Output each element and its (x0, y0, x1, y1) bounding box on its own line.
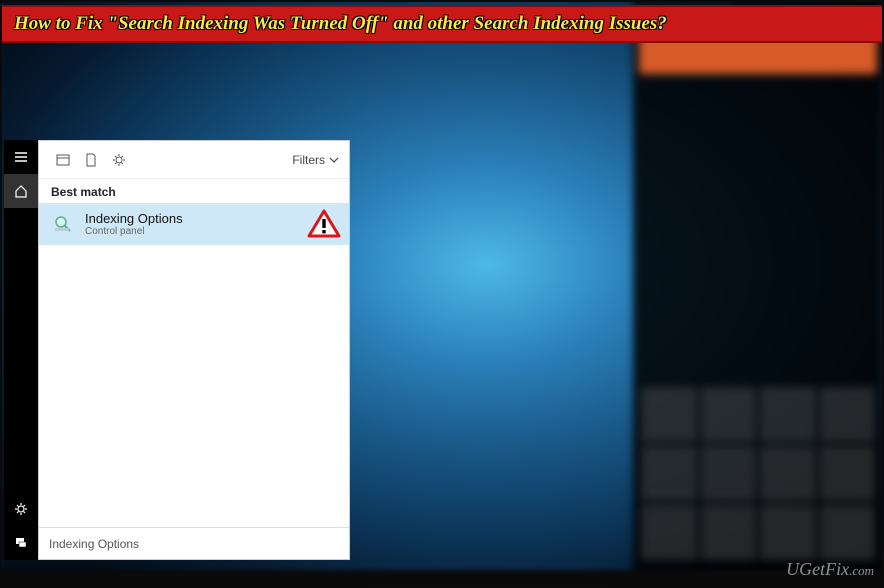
quick-tile[interactable] (760, 505, 816, 560)
feedback-icon[interactable] (4, 526, 38, 560)
watermark: UGetFix.com (786, 559, 874, 580)
filters-dropdown[interactable]: Filters (292, 153, 339, 167)
quick-tile[interactable] (820, 387, 876, 442)
action-center-panel: ACTION CENTER (633, 0, 883, 580)
warning-icon (307, 209, 341, 239)
apps-scope-icon[interactable] (49, 146, 77, 174)
quick-tile[interactable] (701, 387, 757, 442)
quick-tile[interactable] (701, 446, 757, 501)
quick-tile[interactable] (641, 505, 697, 560)
article-title: How to Fix "Search Indexing Was Turned O… (14, 13, 667, 35)
search-results-body (39, 245, 349, 527)
watermark-brand: UGetFix (786, 559, 849, 579)
quick-tile[interactable] (820, 446, 876, 501)
result-subtitle: Control panel (85, 226, 183, 237)
quick-tile[interactable] (760, 387, 816, 442)
taskbar[interactable] (0, 570, 884, 588)
quick-tile[interactable] (760, 446, 816, 501)
best-match-header: Best match (39, 179, 349, 203)
result-title: Indexing Options (85, 211, 183, 226)
quick-tile[interactable] (641, 387, 697, 442)
settings-scope-icon[interactable] (105, 146, 133, 174)
search-results-panel: Filters Best match Indexing Options Cont… (38, 140, 350, 560)
indexing-options-icon (51, 212, 75, 236)
quick-tile[interactable] (701, 505, 757, 560)
search-input[interactable]: Indexing Options (39, 527, 349, 559)
filters-label: Filters (292, 153, 325, 167)
quick-tile[interactable] (641, 446, 697, 501)
quick-tile[interactable] (820, 505, 876, 560)
documents-scope-icon[interactable] (77, 146, 105, 174)
home-icon[interactable] (4, 174, 38, 208)
watermark-suffix: .com (849, 563, 874, 578)
chevron-down-icon (329, 157, 339, 163)
search-toolbar: Filters (39, 141, 349, 179)
search-result-indexing-options[interactable]: Indexing Options Control panel (39, 203, 349, 245)
search-category-sidebar (4, 140, 38, 560)
gear-icon[interactable] (4, 492, 38, 526)
article-title-banner: How to Fix "Search Indexing Was Turned O… (0, 5, 884, 43)
search-input-value: Indexing Options (49, 537, 139, 551)
menu-icon[interactable] (4, 140, 38, 174)
quick-action-tiles (641, 387, 875, 560)
